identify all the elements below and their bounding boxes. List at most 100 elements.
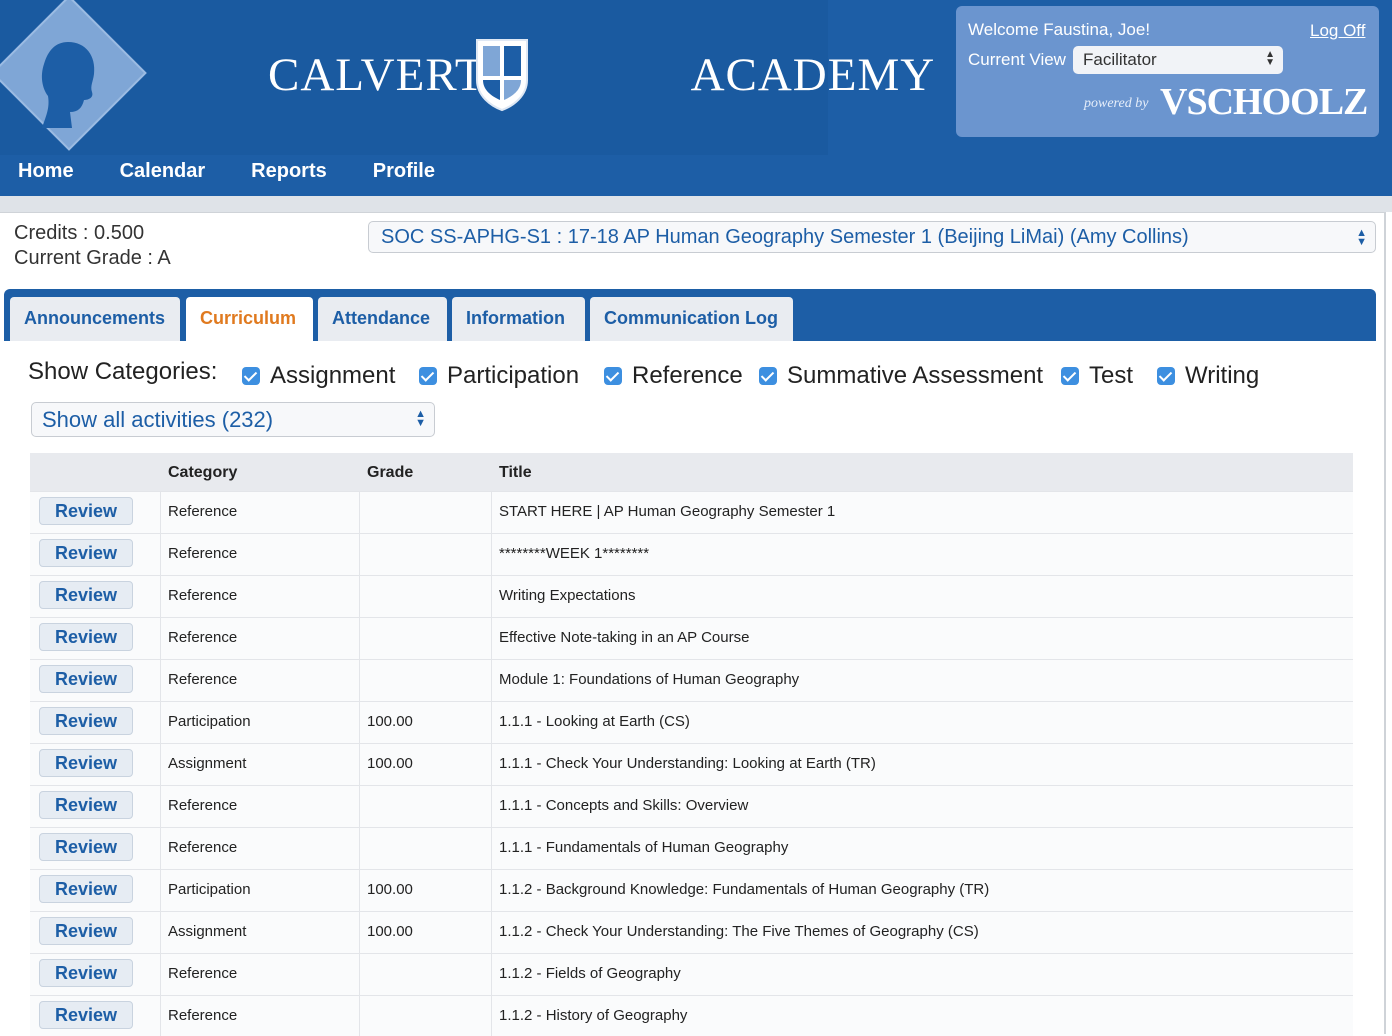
column-divider [160,492,161,533]
table-row: Review Reference 1.1.2 - Fields of Geograp… [30,953,1353,995]
column-divider [359,534,360,575]
column-divider [491,870,492,911]
show-categories-label: Show Categories: [28,358,218,385]
column-divider [359,576,360,617]
table-row: Review Reference START HERE | AP Human Geo… [30,491,1353,533]
review-button[interactable]: Review [39,1001,133,1029]
column-divider [160,912,161,953]
row-category: Reference [168,965,238,982]
row-grade: 100.00 [367,713,413,730]
current-grade-text: Current Grade : A [14,247,171,269]
review-button[interactable]: Review [39,875,133,903]
category-reference[interactable]: Reference [604,362,743,390]
checkbox-checked-icon[interactable] [604,367,622,385]
tab-announcements[interactable]: Announcements [10,297,180,341]
column-divider [491,576,492,617]
nav-reports[interactable]: Reports [251,160,327,183]
review-button[interactable]: Review [39,539,133,567]
column-divider [359,996,360,1036]
course-select[interactable]: SOC SS-APHG-S1 : 17-18 AP Human Geograph… [368,221,1376,253]
activities-filter-value: Show all activities (232) [42,407,274,432]
review-button[interactable]: Review [39,707,133,735]
tab-information[interactable]: Information [452,297,585,341]
checkbox-checked-icon[interactable] [1157,367,1175,385]
category-assignment[interactable]: Assignment [242,362,395,390]
logoff-link[interactable]: Log Off [1310,21,1365,41]
tab-attendance[interactable]: Attendance [318,297,447,341]
tab-curriculum[interactable]: Curriculum [186,297,313,341]
row-title: 1.1.1 - Concepts and Skills: Overview [499,797,749,814]
table-row: Review Participation 100.00 1.1.2 - Backgro… [30,869,1353,911]
row-category: Assignment [168,923,247,940]
checkbox-checked-icon[interactable] [242,367,260,385]
row-title: 1.1.2 - Check Your Understanding: The Fi… [499,923,979,940]
current-view-value: Facilitator [1083,50,1157,69]
checkbox-checked-icon[interactable] [759,367,777,385]
tab-communication-log[interactable]: Communication Log [590,297,793,341]
column-divider [491,786,492,827]
category-label: Summative Assessment [787,362,1044,389]
table-row: Review Reference 1.1.1 - Fundamentals of H… [30,827,1353,869]
review-button[interactable]: Review [39,665,133,693]
credits-text: Credits : 0.500 [14,222,145,244]
review-button[interactable]: Review [39,623,133,651]
row-title: 1.1.1 - Looking at Earth (CS) [499,713,690,730]
row-category: Participation [168,881,251,898]
column-divider [491,702,492,743]
category-summative-assessment[interactable]: Summative Assessment [759,362,1043,390]
category-label: Assignment [270,362,396,389]
column-divider [359,744,360,785]
column-divider [491,828,492,869]
review-button[interactable]: Review [39,959,133,987]
checkbox-checked-icon[interactable] [1061,367,1079,385]
table-body: Review Reference START HERE | AP Human Geo… [30,491,1353,1036]
review-button[interactable]: Review [39,833,133,861]
column-divider [491,618,492,659]
current-view-label: Current View [968,50,1066,69]
row-title: 1.1.2 - Fields of Geography [499,965,681,982]
select-stepper-icon: ▲ ▼ [1356,227,1367,248]
column-divider [491,744,492,785]
brand-title: CALVERT ACADEMY [268,48,935,102]
category-writing[interactable]: Writing [1157,362,1259,390]
nav-calendar[interactable]: Calendar [120,160,206,183]
review-button[interactable]: Review [39,791,133,819]
table-row: Review Reference 1.1.2 - History of Geogra… [30,995,1353,1036]
row-title: 1.1.1 - Fundamentals of Human Geography [499,839,789,856]
category-label: Participation [447,362,580,389]
review-button[interactable]: Review [39,497,133,525]
row-category: Reference [168,503,238,520]
review-button[interactable]: Review [39,581,133,609]
column-divider [491,534,492,575]
table-row: Review Reference Module 1: Foundations of … [30,659,1353,701]
column-divider [160,702,161,743]
table-row: Review Reference 1.1.1 - Concepts and Skil… [30,785,1353,827]
column-divider [160,954,161,995]
review-button[interactable]: Review [39,749,133,777]
nav-profile[interactable]: Profile [373,160,435,183]
category-test[interactable]: Test [1061,362,1133,390]
current-view-select[interactable]: Facilitator ▲ ▼ [1073,46,1283,74]
checkbox-checked-icon[interactable] [419,367,437,385]
table-row: Review Assignment 100.00 1.1.2 - Check Your… [30,911,1353,953]
row-category: Reference [168,629,238,646]
column-divider [359,702,360,743]
column-divider [359,912,360,953]
row-category: Assignment [168,755,247,772]
column-divider [160,618,161,659]
nav-home[interactable]: Home [18,160,74,183]
brand-right: ACADEMY [690,49,936,101]
column-divider [160,828,161,869]
column-divider [359,618,360,659]
column-divider [160,786,161,827]
header-title: Title [499,464,532,481]
category-label: Writing [1185,362,1260,389]
row-title: Effective Note-taking in an AP Course [499,629,750,646]
review-button[interactable]: Review [39,917,133,945]
course-select-value: SOC SS-APHG-S1 : 17-18 AP Human Geograph… [381,226,1189,248]
row-category: Reference [168,1007,238,1024]
column-divider [491,954,492,995]
category-participation[interactable]: Participation [419,362,579,390]
column-divider [160,576,161,617]
activities-filter-select[interactable]: Show all activities (232) ▲ ▼ [31,402,435,437]
